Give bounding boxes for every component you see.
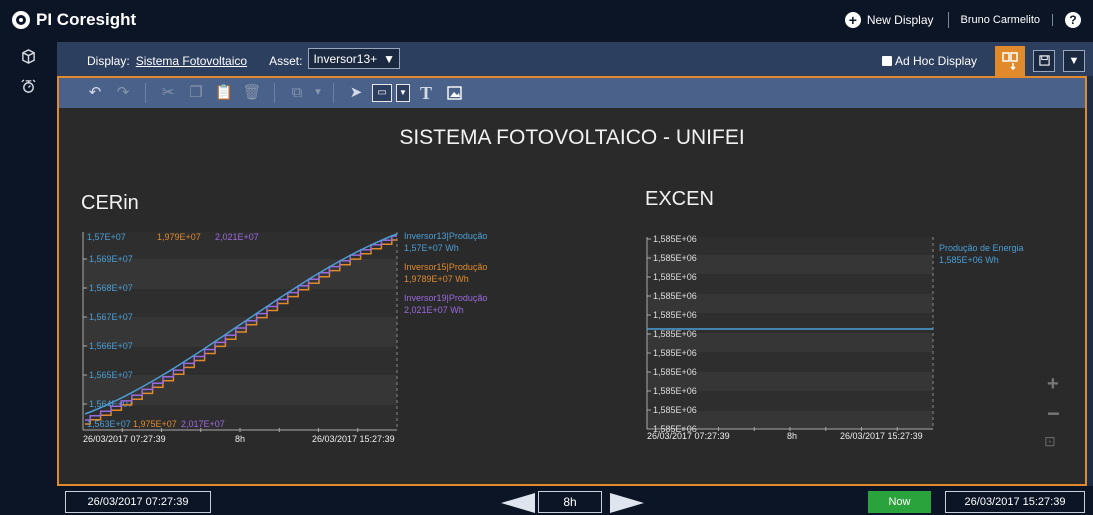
y-tick-label: 1,585E+06 bbox=[653, 272, 697, 282]
asset-label: Asset: bbox=[269, 53, 303, 68]
toolbar-divider bbox=[145, 83, 146, 103]
top-value-1: 1,57E+07 bbox=[87, 232, 126, 242]
legend-value-1: 1,57E+07 Wh bbox=[404, 243, 459, 253]
select-pointer-icon[interactable]: ➤ bbox=[342, 82, 370, 104]
time-forward-arrow-icon[interactable] bbox=[610, 493, 644, 513]
delete-icon[interactable]: 🗑 bbox=[238, 82, 266, 104]
y-tick-label: 1,585E+06 bbox=[653, 405, 697, 415]
edit-mode-button[interactable] bbox=[995, 46, 1025, 76]
undo-icon[interactable]: ↶ bbox=[81, 82, 109, 104]
zoom-in-icon[interactable]: + bbox=[1047, 373, 1059, 396]
x-start-label: 26/03/2017 07:27:39 bbox=[647, 431, 730, 441]
asset-select[interactable]: Inversor13+ ▼ bbox=[308, 48, 401, 69]
y-tick-label: 1,585E+06 bbox=[653, 310, 697, 320]
chevron-down-icon: ▼ bbox=[383, 51, 396, 66]
timer-icon[interactable] bbox=[0, 72, 57, 102]
now-button[interactable]: Now bbox=[868, 491, 931, 513]
display-bar: Display: Sistema Fotovoltaico Asset: Inv… bbox=[57, 42, 1093, 76]
save-options-dropdown[interactable]: ▼ bbox=[1063, 50, 1085, 72]
time-bar: 26/03/2017 07:27:39 8h Now 26/03/2017 15… bbox=[57, 486, 1093, 515]
arrange-icon[interactable]: ⧉ bbox=[283, 82, 311, 104]
toolbar-divider bbox=[274, 83, 275, 103]
left-sidebar bbox=[0, 42, 57, 515]
x-span-label: 8h bbox=[235, 434, 245, 444]
y-tick-label: 1,569E+07 bbox=[89, 254, 133, 264]
zoom-out-icon[interactable]: − bbox=[1047, 401, 1060, 427]
y-tick-label: 1,566E+07 bbox=[89, 341, 133, 351]
cerin-trend[interactable]: 1,57E+07 1,979E+07 2,021E+07 1,569E+07 1,… bbox=[75, 228, 507, 458]
y-tick-label: 1,585E+06 bbox=[653, 386, 697, 396]
bottom-value-1: 1,563E+07 bbox=[87, 419, 131, 429]
y-tick-label: 1,585E+06 bbox=[653, 291, 697, 301]
excen-legend-value: 1,585E+06 Wh bbox=[939, 255, 999, 265]
save-icon bbox=[1038, 55, 1050, 66]
plus-circle-icon: + bbox=[844, 12, 861, 28]
excen-trend[interactable]: 1,585E+06 1,585E+06 1,585E+06 1,585E+06 1,58… bbox=[643, 233, 943, 458]
adhoc-display-button[interactable]: Ad Hoc Display bbox=[881, 54, 977, 68]
bottom-value-2: 1,975E+07 bbox=[133, 419, 177, 429]
y-tick-label: 1,568E+07 bbox=[89, 283, 133, 293]
excen-legend-name: Produção de Energia bbox=[939, 243, 1024, 253]
top-value-2: 1,979E+07 bbox=[157, 232, 201, 242]
display-name-link[interactable]: Sistema Fotovoltaico bbox=[136, 54, 247, 68]
pi-logo-icon bbox=[12, 11, 30, 29]
time-back-arrow-icon[interactable] bbox=[501, 493, 535, 513]
edit-display-icon bbox=[1002, 52, 1018, 70]
edit-toolbar: ↶ ↷ ✂ ❐ 📋 🗑 ⧉ ▼ ➤ ▭ ▼ T bbox=[59, 78, 1085, 108]
legend-value-3: 2,021E+07 Wh bbox=[404, 305, 464, 315]
help-icon[interactable]: ? bbox=[1065, 12, 1081, 28]
text-tool-icon[interactable]: T bbox=[412, 82, 440, 104]
top-value-3: 2,021E+07 bbox=[215, 232, 259, 242]
shape-rectangle-icon[interactable]: ▭ bbox=[372, 84, 392, 102]
new-display-button[interactable]: + New Display bbox=[844, 12, 949, 28]
redo-icon[interactable]: ↷ bbox=[109, 82, 137, 104]
paste-icon[interactable]: 📋 bbox=[210, 82, 238, 104]
display-label: Display: bbox=[87, 53, 130, 68]
end-time-input[interactable]: 26/03/2017 15:27:39 bbox=[945, 491, 1085, 513]
legend-name-3[interactable]: Inversor19|Produção bbox=[404, 293, 487, 303]
y-tick-label: 1,567E+07 bbox=[89, 312, 133, 322]
excen-legend[interactable]: Produção de Energia 1,585E+06 Wh bbox=[939, 242, 1024, 266]
zoom-reset-icon[interactable]: ⊡ bbox=[1044, 433, 1056, 450]
adhoc-label: Ad Hoc Display bbox=[894, 54, 977, 68]
x-start-label: 26/03/2017 07:27:39 bbox=[83, 434, 166, 444]
new-display-label: New Display bbox=[866, 13, 934, 27]
brand-text: PI Coresight bbox=[36, 10, 137, 29]
adhoc-icon bbox=[881, 56, 892, 66]
y-tick-label: 1,585E+06 bbox=[653, 329, 697, 339]
copy-icon[interactable]: ❐ bbox=[182, 82, 210, 104]
legend-value-2: 1,9789E+07 Wh bbox=[404, 274, 469, 284]
duration-input[interactable]: 8h bbox=[538, 491, 602, 513]
excen-title: EXCEN bbox=[645, 188, 714, 210]
cerin-title: CERin bbox=[81, 192, 139, 214]
arrange-dropdown-icon[interactable]: ▼ bbox=[311, 82, 325, 104]
display-canvas: SISTEMA FOTOVOLTAICO - UNIFEI CERin EXCE… bbox=[59, 108, 1085, 484]
x-end-label: 26/03/2017 15:27:39 bbox=[840, 431, 923, 441]
shape-dropdown-icon[interactable]: ▼ bbox=[396, 84, 410, 102]
display-title: SISTEMA FOTOVOLTAICO - UNIFEI bbox=[399, 126, 745, 149]
top-bar: PI Coresight + New Display Bruno Carmeli… bbox=[0, 0, 1093, 42]
cut-icon[interactable]: ✂ bbox=[154, 82, 182, 104]
toolbar-divider bbox=[333, 83, 334, 103]
image-tool-icon[interactable] bbox=[440, 82, 468, 104]
y-tick-label: 1,585E+06 bbox=[653, 234, 697, 244]
user-name[interactable]: Bruno Carmelito bbox=[949, 14, 1053, 26]
display-frame: ↶ ↷ ✂ ❐ 📋 🗑 ⧉ ▼ ➤ ▭ ▼ T SISTEMA FOTOVOLT… bbox=[57, 76, 1087, 486]
bottom-value-3: 2,017E+07 bbox=[181, 419, 225, 429]
y-tick-label: 1,585E+06 bbox=[653, 348, 697, 358]
y-tick-label: 1,565E+07 bbox=[89, 370, 133, 380]
legend-name-2[interactable]: Inversor15|Produção bbox=[404, 262, 487, 272]
y-tick-label: 1,585E+06 bbox=[653, 253, 697, 263]
x-span-label: 8h bbox=[787, 431, 797, 441]
y-tick-label: 1,585E+06 bbox=[653, 367, 697, 377]
start-time-input[interactable]: 26/03/2017 07:27:39 bbox=[65, 491, 211, 513]
asset-value: Inversor13+ bbox=[313, 51, 378, 66]
x-end-label: 26/03/2017 15:27:39 bbox=[312, 434, 395, 444]
brand[interactable]: PI Coresight bbox=[12, 10, 136, 30]
legend-name-1[interactable]: Inversor13|Produção bbox=[404, 231, 487, 241]
save-button[interactable] bbox=[1033, 50, 1055, 72]
asset-cube-icon[interactable] bbox=[0, 42, 57, 72]
